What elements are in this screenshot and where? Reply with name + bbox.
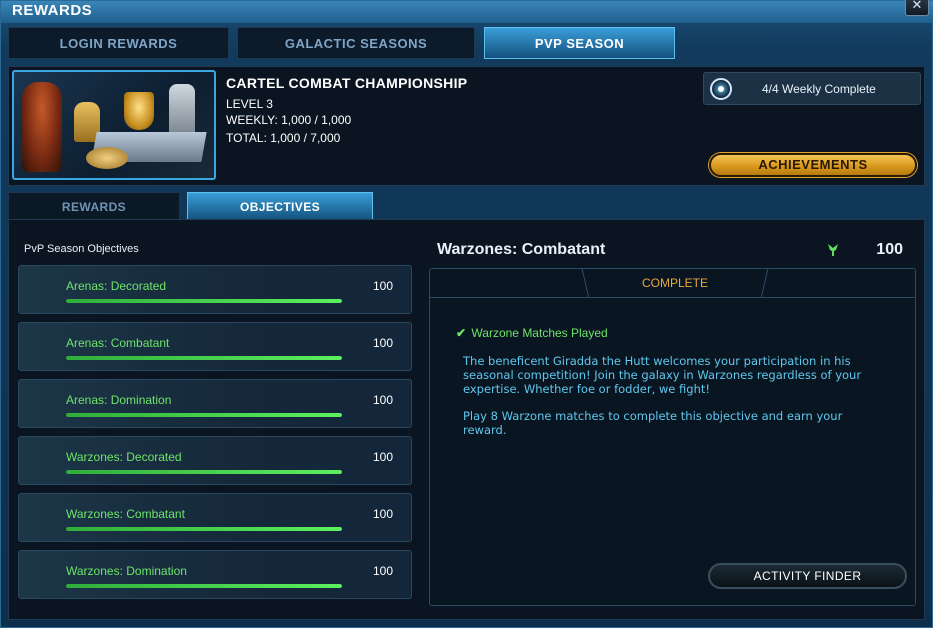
objective-progress-bar [66,527,342,531]
season-reward-image [12,70,216,180]
requirement-line: ✔ Warzone Matches Played [456,326,608,340]
objective-detail-title: Warzones: Combatant [437,241,606,258]
objective-item[interactable]: Arenas: Decorated 100 [18,265,412,314]
objective-progress-bar [66,299,342,303]
objective-reward-value: 100 [372,279,393,293]
weekly-progress-icon [710,78,732,100]
objective-item[interactable]: Warzones: Decorated 100 [18,436,412,485]
season-level: LEVEL 3 [226,97,273,111]
weekly-status-text: 4/4 Weekly Complete [762,82,876,96]
achievements-button[interactable]: ACHIEVEMENTS [709,153,917,177]
objective-description: The beneficent Giradda the Hutt welcomes… [463,354,862,396]
tab-galactic-seasons[interactable]: GALACTIC SEASONS [237,27,475,59]
objective-progress-bar [66,584,342,588]
tab-pvp-season[interactable]: PVP SEASON [484,27,675,59]
tab-objectives[interactable]: OBJECTIVES [187,192,373,220]
requirement-text: Warzone Matches Played [471,326,608,340]
objective-item-selected[interactable]: Warzones: Combatant 100 [18,493,412,542]
status-badge: COMPLETE [641,276,708,290]
title-bar[interactable] [1,1,933,23]
objective-reward-value: 100 [372,564,393,578]
objective-name: Warzones: Combatant [66,507,185,521]
objective-name: Arenas: Decorated [66,279,167,293]
objective-progress-bar [66,356,342,360]
season-weekly: WEEKLY: 1,000 / 1,000 [226,113,352,127]
objectives-heading: PvP Season Objectives [24,243,139,255]
window-title: REWARDS [12,2,93,19]
tab-rewards[interactable]: REWARDS [8,192,180,220]
activity-finder-button[interactable]: ACTIVITY FINDER [708,563,907,589]
objective-name: Warzones: Decorated [66,450,182,464]
objective-reward-value: 100 [372,450,393,464]
objective-reward-value: 100 [372,393,393,407]
objective-progress-bar [66,470,342,474]
objective-detail-panel [429,268,916,606]
objective-item[interactable]: Warzones: Domination 100 [18,550,412,599]
weekly-status-box: 4/4 Weekly Complete [703,72,921,105]
objective-name: Arenas: Combatant [66,336,170,350]
checkmark-icon: ✔ [456,326,467,340]
objective-reward-total: 100 [876,241,903,258]
pvp-currency-icon [828,244,838,256]
season-total: TOTAL: 1,000 / 7,000 [226,131,341,145]
objective-item[interactable]: Arenas: Domination 100 [18,379,412,428]
objective-reward-value: 100 [372,507,393,521]
objective-instructions: Play 8 Warzone matches to complete this … [463,409,843,437]
objective-name: Warzones: Domination [66,564,187,578]
objective-reward-value: 100 [372,336,393,350]
objective-item[interactable]: Arenas: Combatant 100 [18,322,412,371]
objective-name: Arenas: Domination [66,393,172,407]
close-button[interactable]: ✕ [905,0,929,16]
tab-login-rewards[interactable]: LOGIN REWARDS [8,27,229,59]
season-title: CARTEL COMBAT CHAMPIONSHIP [226,75,468,91]
objective-progress-bar [66,413,342,417]
